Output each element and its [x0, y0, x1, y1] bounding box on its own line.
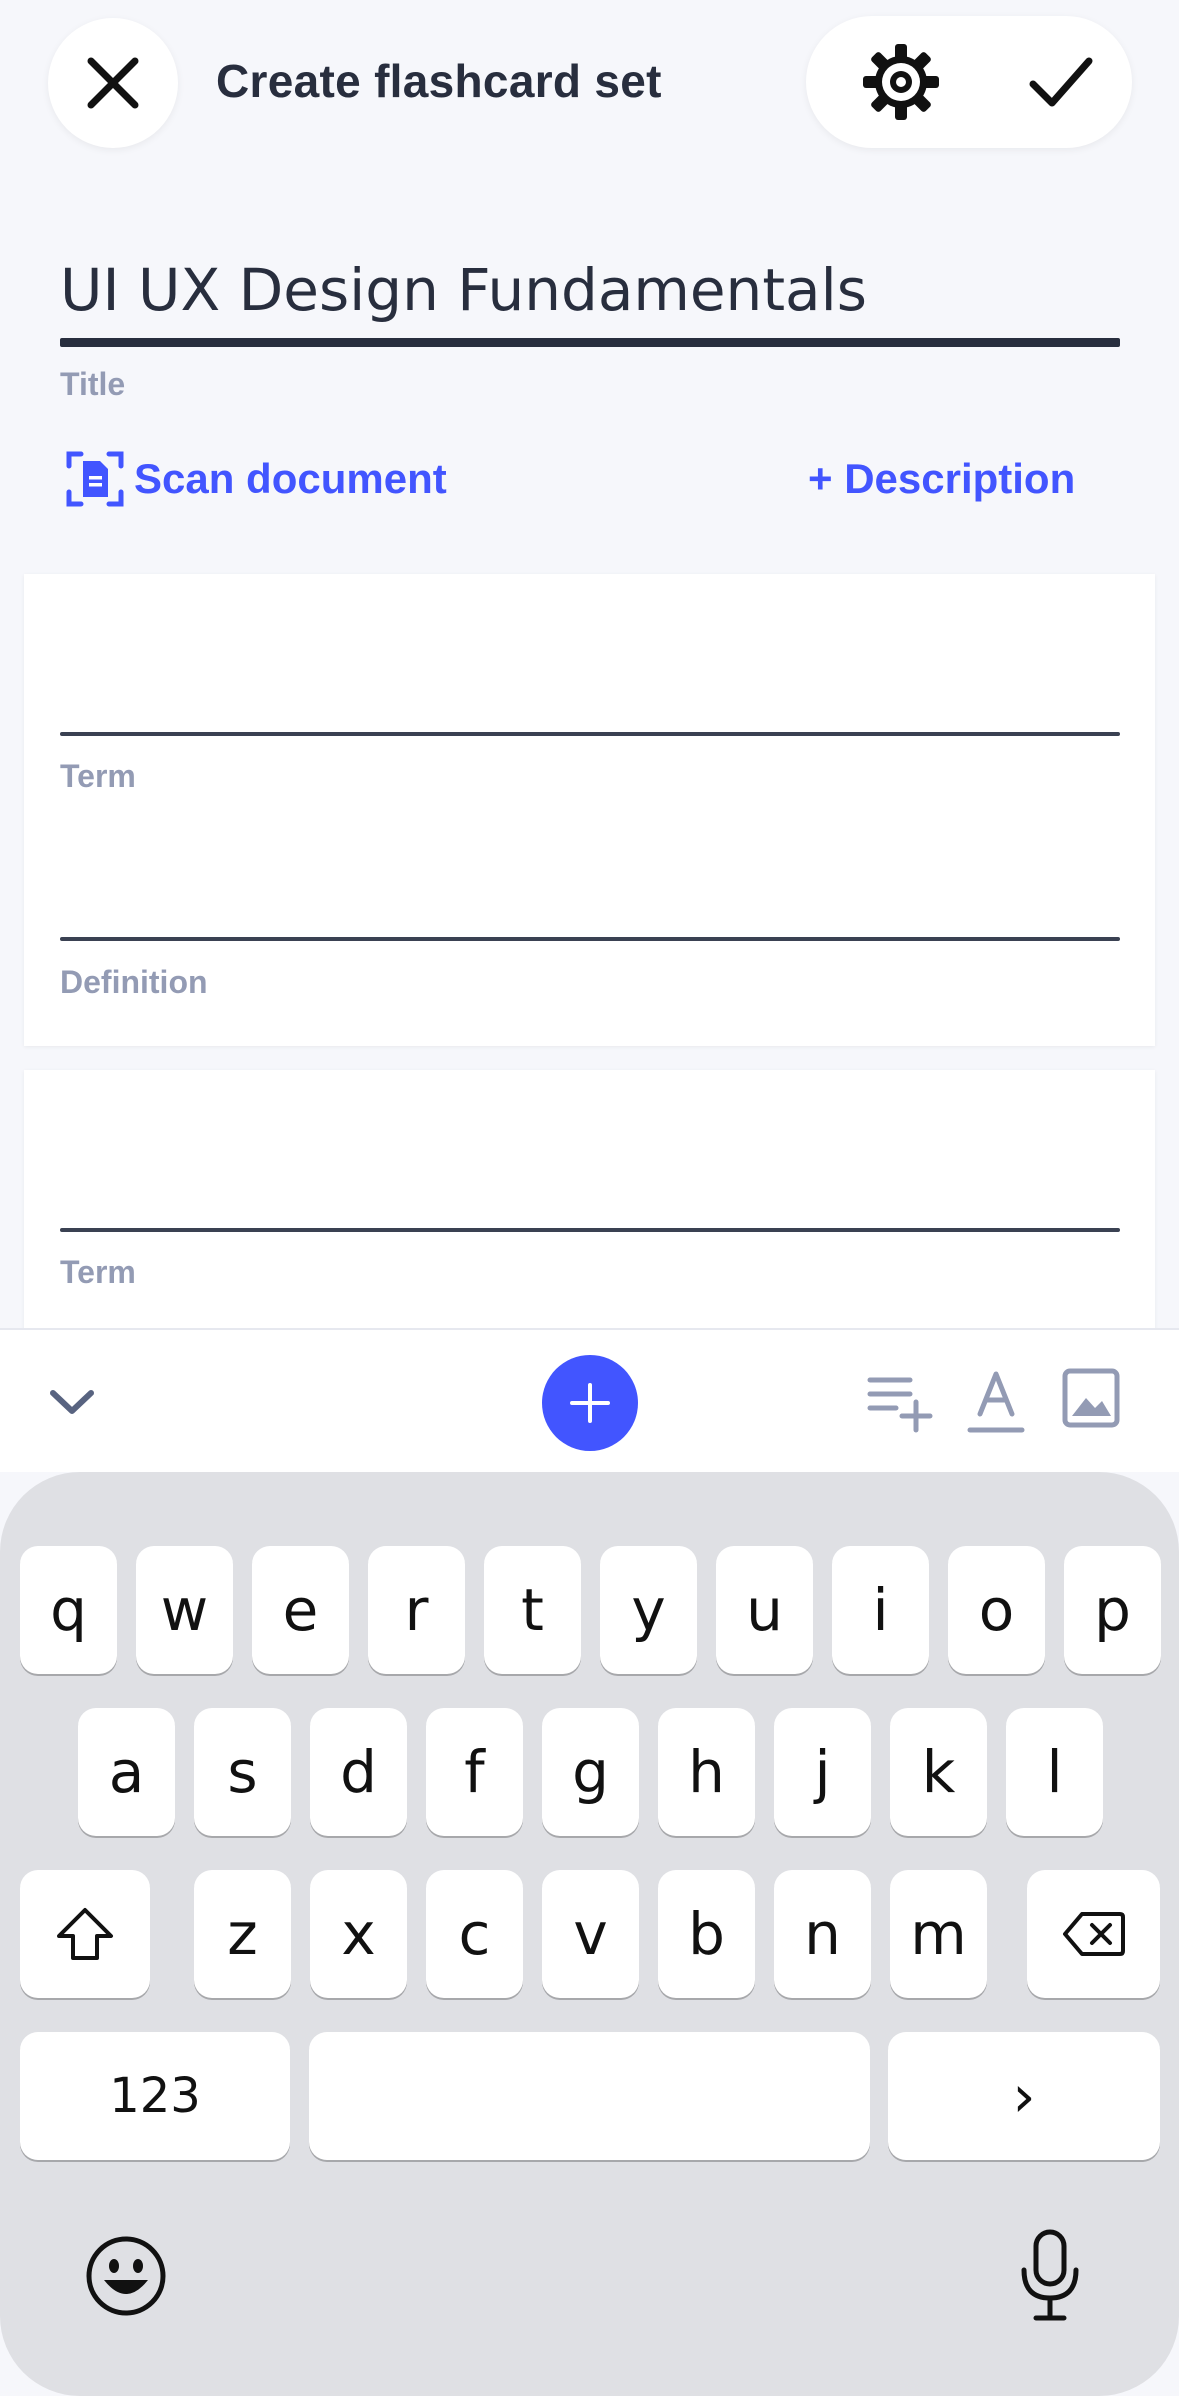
dictation-button[interactable] [1018, 2228, 1082, 2324]
insert-image-button[interactable] [1062, 1368, 1120, 1428]
key-l[interactable]: l [1006, 1708, 1103, 1836]
shift-key[interactable] [20, 1870, 150, 1998]
emoji-icon [86, 2236, 166, 2316]
key-j[interactable]: j [774, 1708, 871, 1836]
text-format-button[interactable] [966, 1366, 1026, 1438]
scan-document-label: Scan document [134, 455, 447, 502]
key-o[interactable]: o [948, 1546, 1045, 1674]
done-button[interactable] [996, 16, 1126, 148]
key-k[interactable]: k [890, 1708, 987, 1836]
space-key[interactable] [309, 2032, 870, 2160]
key-h[interactable]: h [658, 1708, 755, 1836]
backspace-icon [1062, 1912, 1125, 1956]
key-d[interactable]: d [310, 1708, 407, 1836]
term-label: Term [60, 1254, 136, 1290]
insert-list-button[interactable] [866, 1366, 936, 1436]
key-s[interactable]: s [194, 1708, 291, 1836]
page-title: Create flashcard set [216, 55, 662, 107]
term-label: Term [60, 758, 136, 794]
editor-toolbar [0, 1328, 1179, 1472]
emoji-button[interactable] [84, 2234, 168, 2318]
key-v[interactable]: v [542, 1870, 639, 1998]
key-e[interactable]: e [252, 1546, 349, 1674]
shift-icon [57, 1908, 113, 1960]
check-icon [1029, 57, 1093, 107]
key-a[interactable]: a [78, 1708, 175, 1836]
key-t[interactable]: t [484, 1546, 581, 1674]
key-y[interactable]: y [600, 1546, 697, 1674]
key-b[interactable]: b [658, 1870, 755, 1998]
close-icon [87, 57, 139, 109]
close-button[interactable] [48, 18, 178, 148]
title-label: Title [60, 366, 126, 402]
key-z[interactable]: z [194, 1870, 291, 1998]
next-key[interactable]: › [888, 2032, 1160, 2160]
key-n[interactable]: n [774, 1870, 871, 1998]
title-underline [60, 338, 1120, 347]
add-card-button[interactable] [542, 1355, 638, 1451]
definition-input[interactable] [60, 937, 1120, 941]
backspace-key[interactable] [1027, 1870, 1160, 1998]
key-p[interactable]: p [1064, 1546, 1161, 1674]
chevron-down-icon [50, 1390, 94, 1414]
on-screen-keyboard: qwertyuiop asdfghjkl zxcvbnm 123 › [0, 1472, 1179, 2396]
term-input[interactable] [60, 732, 1120, 736]
plus-icon [570, 1383, 610, 1423]
description-label: + Description [808, 455, 1076, 502]
key-m[interactable]: m [890, 1870, 987, 1998]
definition-label: Definition [60, 964, 208, 1000]
scan-document-button[interactable]: Scan document [66, 448, 447, 510]
title-input[interactable]: UI UX Design Fundamentals [60, 256, 867, 324]
key-r[interactable]: r [368, 1546, 465, 1674]
key-w[interactable]: w [136, 1546, 233, 1674]
key-i[interactable]: i [832, 1546, 929, 1674]
key-c[interactable]: c [426, 1870, 523, 1998]
header-actions [806, 16, 1132, 148]
key-g[interactable]: g [542, 1708, 639, 1836]
flashcard-2: Term [24, 1070, 1155, 1370]
key-x[interactable]: x [310, 1870, 407, 1998]
settings-button[interactable] [836, 16, 966, 148]
image-icon [1062, 1368, 1120, 1428]
microphone-icon [1021, 2229, 1079, 2321]
add-description-button[interactable]: + Description [808, 448, 1075, 510]
text-format-icon [967, 1371, 1025, 1433]
numbers-key[interactable]: 123 [20, 2032, 290, 2160]
list-add-icon [867, 1377, 933, 1433]
gear-icon [863, 44, 939, 120]
key-q[interactable]: q [20, 1546, 117, 1674]
key-f[interactable]: f [426, 1708, 523, 1836]
term-input[interactable] [60, 1228, 1120, 1232]
key-u[interactable]: u [716, 1546, 813, 1674]
flashcard-1: Term Definition [24, 574, 1155, 1046]
scan-document-icon [66, 451, 124, 507]
collapse-button[interactable] [42, 1372, 102, 1432]
